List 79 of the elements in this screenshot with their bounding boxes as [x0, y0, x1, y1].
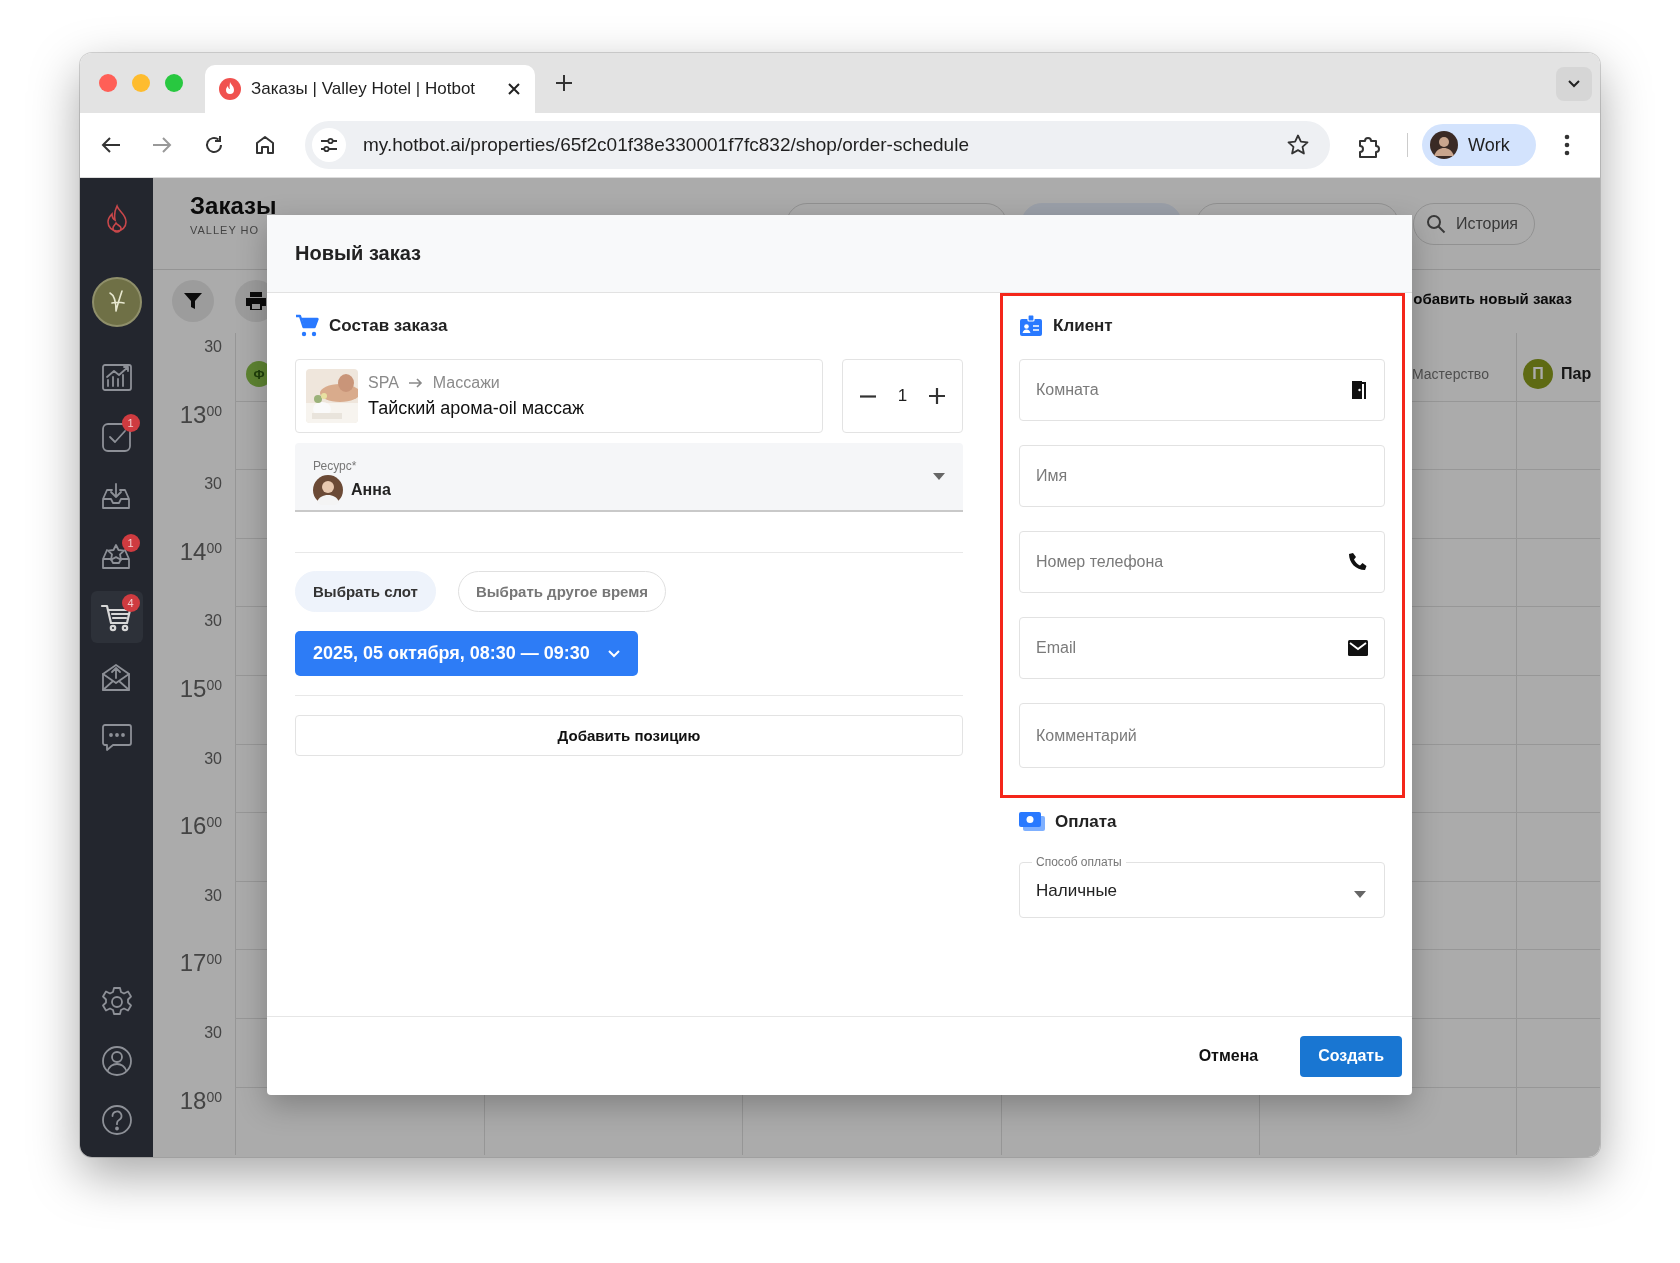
comment-field[interactable]: Комментарий [1019, 703, 1385, 768]
time-label: 30 [203, 474, 223, 495]
help-icon [99, 1103, 134, 1137]
chevron-down-icon [1567, 79, 1581, 89]
input-field[interactable]: Email [1019, 617, 1385, 679]
add-item-button[interactable]: Добавить позицию [295, 715, 963, 756]
page-title: Заказы [190, 192, 278, 220]
notification-badge: 1 [121, 534, 140, 552]
input-field[interactable]: Имя [1019, 445, 1385, 507]
time-label: 30 [203, 337, 223, 357]
cart-icon [295, 314, 319, 338]
avatar [1430, 131, 1458, 159]
dropdown-caret-icon [1354, 891, 1366, 898]
time-label: 13$^{00}$ [178, 400, 223, 430]
time-label: 30 [203, 611, 223, 632]
time-label: 18$^{00}$ [178, 1086, 223, 1116]
slot-mode-tab[interactable]: Выбрать другое время [457, 571, 667, 612]
quantity-value: 1 [897, 386, 908, 406]
star-icon[interactable] [1286, 133, 1310, 157]
flame-icon [219, 78, 241, 100]
time-label: 30 [203, 748, 223, 769]
filter-icon [183, 291, 203, 311]
profile-button[interactable]: Work [1422, 124, 1536, 166]
phone-icon [1347, 551, 1369, 573]
payment-method-select[interactable]: Способ оплаты Наличные [1019, 855, 1385, 918]
close-icon[interactable] [507, 82, 521, 96]
tab-list-button[interactable] [1556, 67, 1592, 101]
input-field[interactable]: Номер телефона [1019, 531, 1385, 593]
product-name: Тайский арома-oil массаж [368, 397, 585, 419]
create-button[interactable]: Создать [1300, 1035, 1402, 1077]
column-name: Мастерство [1412, 366, 1489, 382]
id-badge-icon [1019, 314, 1043, 338]
plus-icon[interactable] [555, 74, 573, 92]
printer-icon [245, 291, 267, 311]
notification-badge: 1 [121, 414, 140, 432]
section-title: Оплата [1055, 812, 1117, 832]
user-icon [99, 1044, 134, 1078]
plus-button[interactable] [926, 385, 948, 407]
date-time-button[interactable]: 2025, 05 октября, 08:30 — 09:30 [295, 631, 638, 676]
cash-icon [1019, 811, 1045, 833]
time-label: 30 [203, 1022, 223, 1043]
account-avatar[interactable] [91, 277, 142, 327]
resource-select[interactable]: Ресурс* Анна [295, 443, 963, 512]
input-field[interactable]: Комната [1019, 359, 1385, 421]
breadcrumb-item: SPA [368, 373, 399, 392]
dialog-title: Новый заказ [295, 242, 421, 265]
page-subtitle: VALLEY HO [190, 224, 261, 236]
breadcrumb-item: Массажи [432, 373, 500, 392]
section-title: Клиент [1053, 316, 1113, 336]
address-bar[interactable]: my.hotbot.ai/properties/65f2c01f38e330001f7fc832/shop/order-schedule [305, 121, 1330, 169]
slot-mode-tab[interactable]: Выбрать слот [295, 571, 436, 612]
column-name: Пар [1561, 365, 1592, 383]
browser-tab[interactable]: Заказы | Valley Hotel | Hotbot [205, 65, 535, 113]
time-label: 17$^{00}$ [178, 949, 223, 979]
product-card[interactable]: SPA Массажи Тайский арома-oil массаж [295, 359, 823, 433]
add-order-button[interactable]: обавить новый заказ [1413, 290, 1572, 307]
time-label: 14$^{00}$ [178, 537, 223, 567]
checkbox-icon [99, 420, 134, 454]
minus-icon [859, 394, 877, 398]
search-icon [1425, 214, 1446, 234]
more-menu-icon[interactable] [1564, 133, 1570, 157]
section-title: Состав заказа [329, 316, 448, 336]
site-settings-icon[interactable] [312, 128, 346, 162]
tune-icon [319, 135, 339, 155]
envelope-icon [1347, 637, 1369, 659]
time-label: 30 [203, 885, 223, 906]
arrow-right-icon [408, 377, 423, 388]
cancel-button[interactable]: Отмена [1180, 1035, 1277, 1077]
plus-icon [928, 387, 946, 405]
chevron-down-icon [607, 649, 620, 658]
filter-button[interactable] [172, 280, 214, 322]
history-button[interactable]: История [1412, 203, 1535, 245]
dropdown-caret-icon [933, 473, 945, 480]
minus-button[interactable] [857, 392, 879, 400]
avatar [313, 474, 343, 505]
time-label: 15$^{00}$ [178, 674, 223, 704]
notification-badge: 4 [121, 594, 140, 612]
time-label: 16$^{00}$ [178, 812, 223, 842]
home-icon[interactable] [253, 133, 277, 157]
